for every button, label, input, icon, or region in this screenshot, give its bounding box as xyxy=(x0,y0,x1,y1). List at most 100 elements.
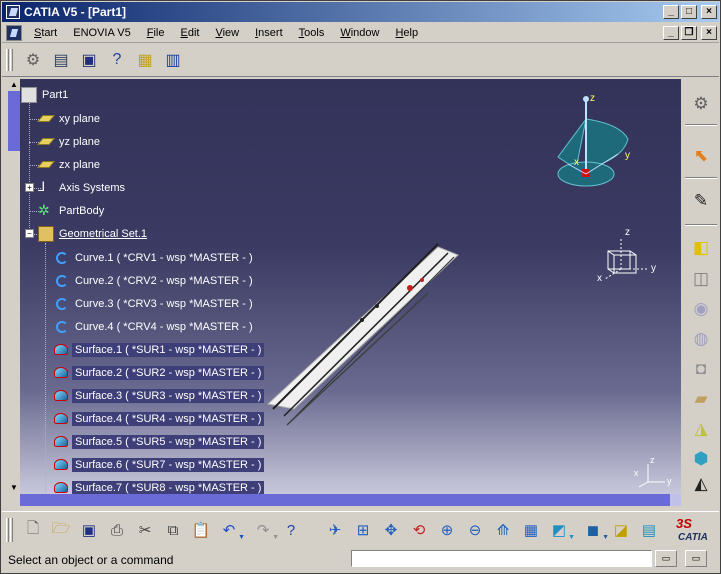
rib-icon[interactable]: ◘ xyxy=(689,357,713,381)
save-icon[interactable]: ▣ xyxy=(78,519,100,541)
new-file-icon[interactable]: 🗋 xyxy=(22,519,44,541)
tree-node-curve[interactable]: Curve.3 ( *CRV3 - wsp *MASTER - ) xyxy=(54,294,256,314)
settings-icon[interactable]: ⚙ xyxy=(689,92,713,116)
toolbar-grip[interactable] xyxy=(10,518,13,542)
menu-bar: Start ENOVIA V5 File Edit View Insert To… xyxy=(2,23,719,43)
tree-node-axis-systems[interactable]: ⅃ Axis Systems xyxy=(38,178,128,198)
menu-file[interactable]: File xyxy=(139,24,173,42)
fillet-icon[interactable]: ◮ xyxy=(689,417,713,441)
doc-minimize-button[interactable]: _ xyxy=(663,26,679,40)
help-query-icon[interactable]: ? xyxy=(106,49,128,71)
draft-icon[interactable]: ◭ xyxy=(689,472,713,496)
tree-node-curve[interactable]: Curve.2 ( *CRV2 - wsp *MASTER - ) xyxy=(54,271,256,291)
tree-node-curve[interactable]: Curve.4 ( *CRV4 - wsp *MASTER - ) xyxy=(54,317,256,337)
maximize-button[interactable]: □ xyxy=(681,5,697,19)
tree-node-surface[interactable]: Surface.2 ( *SUR2 - wsp *MASTER - ) xyxy=(54,363,265,383)
pan-icon[interactable]: ✥ xyxy=(380,519,402,541)
undo-icon[interactable]: ↶ ▼ xyxy=(218,519,245,541)
tree-vertical-scrollbar[interactable]: ▲ ▼ xyxy=(8,79,20,494)
swap-space-icon[interactable]: ▤ xyxy=(638,519,660,541)
close-button[interactable]: × xyxy=(701,5,717,19)
menu-edit[interactable]: Edit xyxy=(172,24,207,42)
title-bar[interactable]: CATIA V5 - [Part1] _ □ × xyxy=(2,2,719,22)
catalog-icon[interactable]: ▥ xyxy=(162,49,184,71)
scroll-up-arrow-icon[interactable]: ▲ xyxy=(8,79,20,91)
collapse-geometrical-set-button[interactable]: − xyxy=(25,229,34,238)
shading-icon[interactable]: ◼ ▼ xyxy=(582,519,609,541)
fit-all-icon[interactable]: ⊞ xyxy=(352,519,374,541)
scroll-down-arrow-icon[interactable]: ▼ xyxy=(8,482,20,494)
doc-restore-button[interactable]: ❐ xyxy=(681,26,697,40)
minimize-button[interactable]: _ xyxy=(663,5,679,19)
catia-app-icon[interactable] xyxy=(6,5,20,19)
status-button-2[interactable]: ▭ xyxy=(685,550,707,567)
axis-z-label: z xyxy=(625,227,630,238)
tree-node-part1[interactable]: Part1 xyxy=(21,85,71,105)
part-geometry[interactable] xyxy=(266,243,459,426)
tree-node-surface[interactable]: Surface.6 ( *SUR7 - wsp *MASTER - ) xyxy=(54,455,265,475)
tree-node-surface[interactable]: Surface.1 ( *SUR1 - wsp *MASTER - ) xyxy=(54,340,265,360)
whats-this-icon[interactable]: ? xyxy=(280,519,302,541)
tree-node-surface[interactable]: Surface.4 ( *SUR4 - wsp *MASTER - ) xyxy=(54,409,265,429)
sketcher-icon[interactable]: ✎ xyxy=(689,189,713,213)
cut-icon[interactable]: ✂ xyxy=(134,519,156,541)
macros-icon[interactable]: ⚙ xyxy=(22,49,44,71)
doc-close-button[interactable]: × xyxy=(701,26,717,40)
tree-node-partbody[interactable]: ✲ PartBody xyxy=(38,201,107,221)
compass[interactable] xyxy=(557,96,629,187)
status-button-1[interactable]: ▭ xyxy=(655,550,677,567)
axis-system-marker[interactable] xyxy=(604,237,649,280)
tree-horizontal-scrollbar[interactable] xyxy=(20,494,681,506)
normal-view-icon[interactable]: ⟰ xyxy=(492,519,514,541)
menu-tools[interactable]: Tools xyxy=(291,24,333,42)
catia-window: CATIA V5 - [Part1] _ □ × Start ENOVIA V5… xyxy=(0,0,721,574)
plane-icon xyxy=(37,111,55,127)
tree-node-geometrical-set[interactable]: Geometrical Set.1 xyxy=(38,224,150,244)
rotate-icon[interactable]: ⟲ xyxy=(408,519,430,541)
publish-icon[interactable]: ▦ xyxy=(134,49,156,71)
menu-help[interactable]: Help xyxy=(387,24,426,42)
toolbar-grip[interactable] xyxy=(6,49,9,71)
tree-node-zx-plane[interactable]: zx plane xyxy=(37,155,103,175)
save-management-icon[interactable]: ▣ xyxy=(78,49,100,71)
menu-start[interactable]: Start xyxy=(26,24,65,42)
zoom-in-icon[interactable]: ⊕ xyxy=(436,519,458,541)
document-icon[interactable] xyxy=(6,24,22,41)
hscroll-thumb[interactable] xyxy=(20,494,670,506)
tree-node-surface[interactable]: Surface.5 ( *SUR5 - wsp *MASTER - ) xyxy=(54,432,265,452)
expand-axis-systems-button[interactable]: + xyxy=(25,183,34,192)
tree-node-yz-plane[interactable]: yz plane xyxy=(37,132,103,152)
pocket-icon[interactable]: ◫ xyxy=(689,267,713,291)
axis-y-label: y xyxy=(651,263,656,274)
hide-show-icon[interactable]: ◪ xyxy=(610,519,632,541)
pad-icon[interactable]: ◧ xyxy=(689,236,713,260)
menu-window[interactable]: Window xyxy=(332,24,387,42)
shaft-icon[interactable]: ◉ xyxy=(689,297,713,321)
tree-node-xy-plane[interactable]: xy plane xyxy=(37,109,103,129)
toolbar-grip[interactable] xyxy=(10,49,13,71)
redo-icon[interactable]: ↷ ▼ xyxy=(252,519,279,541)
select-pointer-icon[interactable]: ⬉ xyxy=(689,144,713,168)
copy-icon[interactable]: ⧉ xyxy=(162,519,184,541)
toolbar-grip[interactable] xyxy=(6,518,9,542)
tree-node-surface[interactable]: Surface.3 ( *SUR3 - wsp *MASTER - ) xyxy=(54,386,265,406)
command-input[interactable] xyxy=(351,550,652,567)
solid-combine-icon[interactable]: ⬢ xyxy=(689,447,713,471)
properties-icon[interactable]: ▤ xyxy=(50,49,72,71)
scroll-thumb[interactable] xyxy=(8,91,20,151)
menu-enovia[interactable]: ENOVIA V5 xyxy=(65,24,138,42)
zoom-out-icon[interactable]: ⊖ xyxy=(464,519,486,541)
fly-mode-icon[interactable]: ✈ xyxy=(324,519,346,541)
menu-view[interactable]: View xyxy=(207,24,247,42)
paste-icon[interactable]: 📋 xyxy=(190,519,212,541)
stiffener-icon[interactable]: ▰ xyxy=(689,387,713,411)
multi-view-icon[interactable]: ▦ xyxy=(520,519,542,541)
print-icon[interactable]: ⎙ xyxy=(106,519,128,541)
3d-viewport[interactable]: z y x z y x z y x Part1 xy plane yz plan… xyxy=(8,79,681,495)
open-file-icon[interactable]: 🗁 xyxy=(50,519,72,541)
hole-icon[interactable]: ◍ xyxy=(689,327,713,351)
tree-node-curve[interactable]: Curve.1 ( *CRV1 - wsp *MASTER - ) xyxy=(54,248,256,268)
iso-view-icon[interactable]: ◩ ▼ xyxy=(548,519,575,541)
menu-insert[interactable]: Insert xyxy=(247,24,291,42)
surface-icon xyxy=(54,457,70,473)
